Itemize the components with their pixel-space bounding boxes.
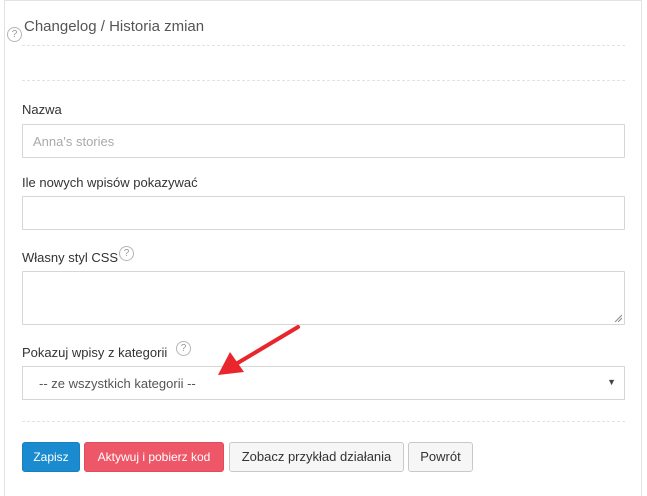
help-icon[interactable]: ? [119, 246, 134, 261]
help-icon[interactable]: ? [7, 27, 22, 42]
category-select[interactable]: -- ze wszystkich kategorii -- ▼ [22, 366, 625, 400]
category-label: Pokazuj wpisy z kategorii [22, 345, 168, 360]
count-label: Ile nowych wpisów pokazywać [22, 175, 198, 190]
help-icon[interactable]: ? [176, 341, 191, 356]
category-selected-value: -- ze wszystkich kategorii -- [39, 376, 196, 391]
save-button[interactable]: Zapisz [22, 442, 80, 472]
resize-grip-icon[interactable] [614, 314, 622, 322]
name-label: Nazwa [22, 102, 62, 117]
example-button[interactable]: Zobacz przykład działania [229, 442, 404, 472]
divider [22, 45, 625, 46]
page-title: Changelog / Historia zmian [24, 18, 205, 35]
divider [22, 80, 625, 81]
back-button[interactable]: Powrót [408, 442, 473, 472]
css-textarea[interactable] [22, 271, 625, 325]
css-label: Własny styl CSS [22, 250, 119, 265]
name-input[interactable] [22, 124, 625, 158]
divider [22, 421, 625, 422]
activate-button[interactable]: Aktywuj i pobierz kod [84, 442, 224, 472]
caret-down-icon: ▼ [607, 377, 616, 387]
count-input[interactable] [22, 196, 625, 230]
